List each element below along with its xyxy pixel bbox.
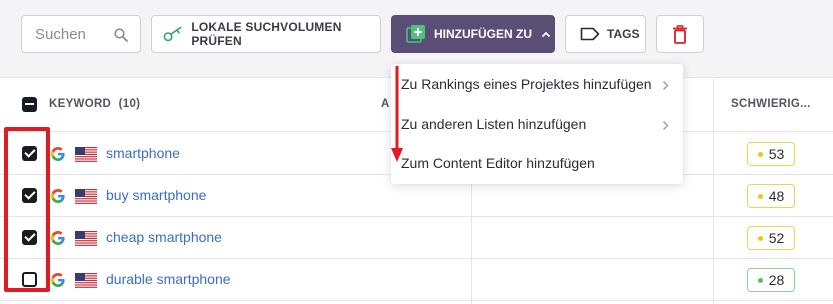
chevron-right-icon (663, 81, 669, 90)
difficulty-column-header[interactable]: SCHWIERIG... (731, 98, 811, 110)
trash-icon (673, 24, 687, 44)
search-icon (114, 28, 128, 42)
difficulty-dot (757, 277, 763, 283)
difficulty-badge: 53 (747, 142, 795, 166)
difficulty-value: 52 (768, 230, 785, 246)
google-icon (51, 147, 65, 161)
delete-button[interactable] (656, 15, 704, 53)
keyword-link[interactable]: smartphone (106, 145, 180, 161)
table-row[interactable]: cheap smartphone 52 (0, 217, 833, 259)
menu-item-add-to-content-editor[interactable]: Zum Content Editor hinzufügen (401, 155, 595, 171)
add-to-button[interactable]: HINZUFÜGEN ZU (391, 15, 555, 53)
keyword-link[interactable]: cheap smartphone (106, 229, 222, 245)
check-local-volume-button[interactable]: LOKALE SUCHVOLUMEN PRÜFEN (151, 15, 381, 53)
check-local-volume-label: LOKALE SUCHVOLUMEN PRÜFEN (191, 20, 342, 48)
tag-icon (580, 27, 600, 41)
difficulty-dot (757, 193, 763, 199)
google-icon (51, 231, 65, 245)
keyword-link[interactable]: durable smartphone (106, 271, 231, 287)
plus-square-icon (406, 25, 425, 43)
difficulty-dot (757, 235, 763, 241)
add-to-label: HINZUFÜGEN ZU (434, 27, 532, 41)
us-flag-icon (75, 231, 97, 246)
keyword-link[interactable]: buy smartphone (106, 187, 206, 203)
difficulty-value: 48 (768, 188, 785, 204)
annotation-arrow (391, 66, 403, 162)
difficulty-badge: 48 (747, 184, 795, 208)
keyword-column-header[interactable]: KEYWORD (10) (49, 98, 140, 110)
difficulty-value: 28 (768, 272, 785, 288)
menu-item-add-to-project-rankings[interactable]: Zu Rankings eines Projektes hinzufügen (401, 76, 652, 92)
us-flag-icon (75, 189, 97, 204)
add-to-dropdown-menu: Zu Rankings eines Projektes hinzufügen Z… (391, 64, 683, 184)
us-flag-icon (75, 147, 97, 162)
select-all-checkbox[interactable] (22, 97, 37, 112)
difficulty-badge: 28 (747, 268, 795, 292)
selection-highlight-box (4, 127, 50, 292)
chevron-up-icon (541, 31, 551, 37)
search-placeholder: Suchen (35, 25, 86, 43)
tags-button[interactable]: TAGS (565, 15, 646, 53)
search-input[interactable]: Suchen (21, 15, 141, 53)
difficulty-dot (757, 151, 763, 157)
key-icon (163, 26, 182, 42)
google-icon (51, 189, 65, 203)
google-icon (51, 273, 65, 287)
tags-label: TAGS (607, 27, 640, 41)
difficulty-value: 53 (768, 146, 785, 162)
menu-item-add-to-other-lists[interactable]: Zu anderen Listen hinzufügen (401, 116, 586, 132)
us-flag-icon (75, 273, 97, 288)
chevron-right-icon (663, 121, 669, 130)
difficulty-badge: 52 (747, 226, 795, 250)
table-row[interactable]: durable smartphone 28 (0, 259, 833, 301)
